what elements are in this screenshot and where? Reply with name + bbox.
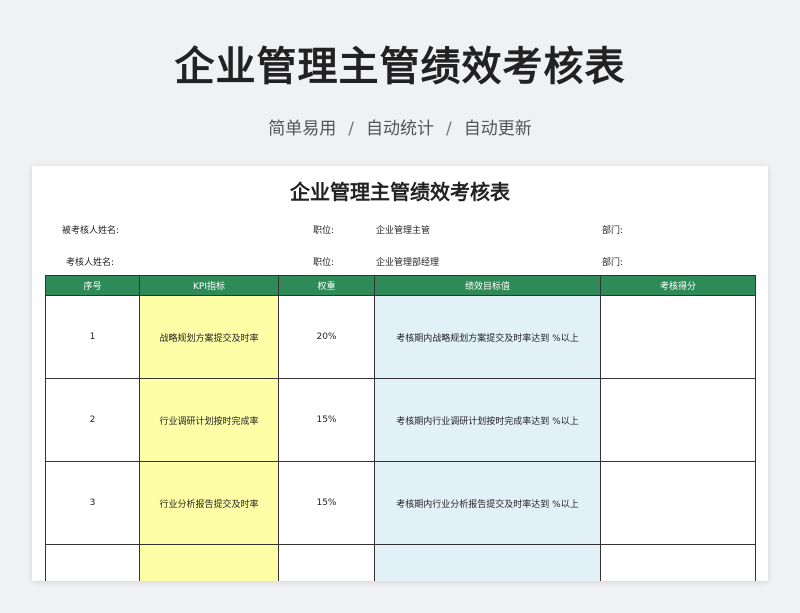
spreadsheet-preview: 企业管理主管绩效考核表 被考核人姓名: 职位: 企业管理主管 部门: 考核人姓名… — [32, 166, 768, 581]
subtitle-part-update: 自动更新 — [463, 119, 532, 139]
cell-kpi[interactable] — [139, 544, 279, 581]
col-header-target: 绩效目标值 — [374, 275, 601, 296]
subtitle-separator: / — [446, 119, 452, 139]
page-title: 企业管理主管绩效考核表 — [174, 44, 626, 90]
cell-score[interactable] — [600, 378, 756, 462]
table-row: 2 行业调研计划按时完成率 15% 考核期内行业调研计划按时完成率达到 %以上 — [45, 378, 756, 462]
examiner-name-label: 考核人姓名: — [66, 258, 115, 268]
subtitle-part-easy: 简单易用 — [268, 119, 337, 139]
position-label: 职位: — [313, 226, 335, 236]
sheet-title: 企业管理主管绩效考核表 — [290, 180, 510, 204]
cell-target[interactable] — [374, 544, 601, 581]
col-header-kpi: KPI指标 — [139, 275, 279, 296]
cell-target[interactable]: 考核期内行业调研计划按时完成率达到 %以上 — [374, 378, 601, 462]
position-label: 职位: — [313, 258, 335, 268]
cell-kpi[interactable]: 行业调研计划按时完成率 — [139, 378, 279, 462]
cell-weight[interactable]: 20% — [278, 295, 375, 379]
cell-weight[interactable] — [278, 544, 375, 581]
subtitle: 简单易用 / 自动统计 / 自动更新 — [0, 114, 800, 139]
department-label: 部门: — [602, 226, 624, 236]
cell-score[interactable] — [600, 295, 756, 379]
position-value: 企业管理部经理 — [376, 258, 440, 268]
cell-no[interactable] — [45, 544, 140, 581]
table-header-row: 序号 KPI指标 权重 绩效目标值 考核得分 — [45, 275, 756, 296]
col-header-score: 考核得分 — [600, 275, 756, 296]
cell-kpi[interactable]: 战略规划方案提交及时率 — [139, 295, 279, 379]
cell-kpi[interactable]: 行业分析报告提交及时率 — [139, 461, 279, 545]
cell-target[interactable]: 考核期内行业分析报告提交及时率达到 %以上 — [374, 461, 601, 545]
kpi-table: 序号 KPI指标 权重 绩效目标值 考核得分 1 战略规划方案提交及时率 20%… — [45, 275, 756, 581]
cell-weight[interactable]: 15% — [278, 461, 375, 545]
subtitle-separator: / — [348, 119, 354, 139]
cell-score[interactable] — [600, 461, 756, 545]
subtitle-part-stats: 自动统计 — [366, 119, 434, 139]
col-header-no: 序号 — [45, 275, 140, 296]
cell-no[interactable]: 2 — [45, 378, 140, 462]
position-value: 企业管理主管 — [376, 226, 431, 236]
cell-weight[interactable]: 15% — [278, 378, 375, 462]
cell-no[interactable]: 1 — [45, 295, 140, 379]
table-row: 1 战略规划方案提交及时率 20% 考核期内战略规划方案提交及时率达到 %以上 — [45, 295, 756, 379]
examinee-name-label: 被考核人姓名: — [62, 226, 120, 236]
cell-score[interactable] — [600, 544, 756, 581]
table-row: 3 行业分析报告提交及时率 15% 考核期内行业分析报告提交及时率达到 %以上 — [45, 461, 756, 545]
cell-target[interactable]: 考核期内战略规划方案提交及时率达到 %以上 — [374, 295, 601, 379]
table-row — [45, 544, 756, 581]
col-header-weight: 权重 — [278, 275, 375, 296]
cell-no[interactable]: 3 — [45, 461, 140, 545]
department-label: 部门: — [602, 258, 624, 268]
